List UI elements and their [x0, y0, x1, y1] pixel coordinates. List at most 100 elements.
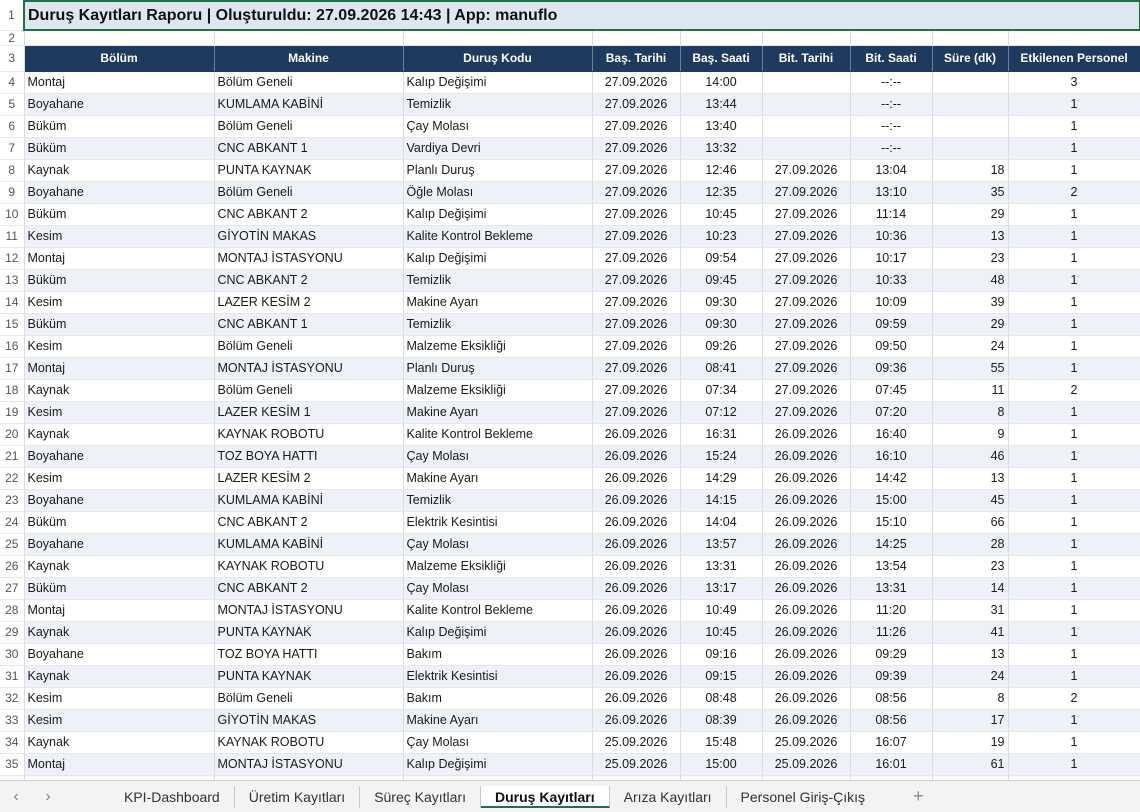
cell[interactable] — [24, 30, 215, 46]
cell-affected-staff[interactable]: 2 — [1008, 379, 1140, 402]
cell-machine[interactable]: GİYOTİN MAKAS — [214, 225, 404, 248]
cell-start-time[interactable]: 15:24 — [680, 445, 763, 468]
cell-machine[interactable]: KAYNAK ROBOTU — [214, 555, 404, 578]
cell-end-date[interactable]: 27.09.2026 — [762, 203, 851, 226]
cell-machine[interactable]: MONTAJ İSTASYONU — [214, 247, 404, 270]
cell-downtime-code[interactable]: Makine Ayarı — [403, 401, 593, 424]
cell-end-time[interactable]: 07:20 — [850, 401, 933, 424]
cell-affected-staff[interactable]: 1 — [1008, 335, 1140, 358]
cell-start-date[interactable]: 26.09.2026 — [592, 621, 681, 644]
cell-end-date[interactable]: 27.09.2026 — [762, 159, 851, 182]
add-sheet-icon[interactable]: + — [913, 786, 924, 807]
row-number[interactable]: 26 — [0, 555, 25, 578]
cell-duration[interactable] — [932, 137, 1009, 160]
cell-end-date[interactable]: 26.09.2026 — [762, 577, 851, 600]
cell-downtime-code[interactable]: Malzeme Eksikliği — [403, 335, 593, 358]
column-header-duration[interactable]: Süre (dk) — [932, 45, 1009, 72]
cell-end-time[interactable]: 07:45 — [850, 379, 933, 402]
sheet-tab[interactable]: Arıza Kayıtları — [610, 785, 727, 808]
row-number[interactable]: 14 — [0, 291, 25, 314]
cell-duration[interactable]: 55 — [932, 357, 1009, 380]
row-number[interactable]: 29 — [0, 621, 25, 644]
cell-machine[interactable]: CNC ABKANT 2 — [214, 203, 404, 226]
cell-machine[interactable]: MONTAJ İSTASYONU — [214, 357, 404, 380]
column-header-start-time[interactable]: Baş. Saati — [680, 45, 763, 72]
cell-duration[interactable]: 23 — [932, 247, 1009, 270]
cell-end-time[interactable]: 08:56 — [850, 687, 933, 710]
cell-end-date[interactable]: 26.09.2026 — [762, 423, 851, 446]
cell-start-date[interactable]: 27.09.2026 — [592, 225, 681, 248]
cell-downtime-code[interactable]: Kalite Kontrol Bekleme — [403, 599, 593, 622]
row-number[interactable]: 20 — [0, 423, 25, 446]
cell-downtime-code[interactable]: Elektrik Kesintisi — [403, 511, 593, 534]
cell-end-date[interactable]: 27.09.2026 — [762, 225, 851, 248]
row-number[interactable]: 21 — [0, 445, 25, 468]
cell-duration[interactable] — [932, 115, 1009, 138]
cell-start-date[interactable]: 27.09.2026 — [592, 357, 681, 380]
cell-downtime-code[interactable]: Planlı Duruş — [403, 159, 593, 182]
cell-duration[interactable]: 29 — [932, 313, 1009, 336]
cell-duration[interactable] — [932, 71, 1009, 94]
cell-start-date[interactable]: 27.09.2026 — [592, 181, 681, 204]
cell-end-time[interactable]: 15:00 — [850, 489, 933, 512]
cell-start-time[interactable]: 09:26 — [680, 335, 763, 358]
cell-end-time[interactable]: --:-- — [850, 115, 933, 138]
cell-end-time[interactable]: 09:29 — [850, 643, 933, 666]
cell-department[interactable]: Kesim — [24, 687, 215, 710]
row-number[interactable]: 1 — [0, 1, 25, 31]
cell-end-time[interactable]: 13:10 — [850, 181, 933, 204]
cell-start-date[interactable]: 26.09.2026 — [592, 445, 681, 468]
row-number[interactable]: 8 — [0, 159, 25, 182]
cell-machine[interactable]: PUNTA KAYNAK — [214, 159, 404, 182]
cell-affected-staff[interactable]: 1 — [1008, 731, 1140, 754]
cell-start-date[interactable]: 27.09.2026 — [592, 159, 681, 182]
cell-machine[interactable]: CNC ABKANT 2 — [214, 269, 404, 292]
cell-department[interactable]: Kaynak — [24, 731, 215, 754]
row-number[interactable]: 23 — [0, 489, 25, 512]
row-number[interactable]: 4 — [0, 71, 25, 94]
cell-start-date[interactable]: 26.09.2026 — [592, 577, 681, 600]
row-number[interactable]: 30 — [0, 643, 25, 666]
cell-duration[interactable]: 24 — [932, 335, 1009, 358]
cell-start-date[interactable]: 27.09.2026 — [592, 401, 681, 424]
cell-department[interactable]: Montaj — [24, 71, 215, 94]
cell-duration[interactable]: 28 — [932, 533, 1009, 556]
cell-downtime-code[interactable]: Temizlik — [403, 269, 593, 292]
cell-affected-staff[interactable]: 1 — [1008, 709, 1140, 732]
cell-machine[interactable]: LAZER KESİM 2 — [214, 291, 404, 314]
cell-end-time[interactable]: 16:40 — [850, 423, 933, 446]
cell-start-date[interactable]: 26.09.2026 — [592, 709, 681, 732]
cell-end-date[interactable]: 27.09.2026 — [762, 313, 851, 336]
cell-downtime-code[interactable]: Malzeme Eksikliği — [403, 379, 593, 402]
cell-duration[interactable]: 17 — [932, 709, 1009, 732]
cell-department[interactable]: Kaynak — [24, 621, 215, 644]
cell-downtime-code[interactable]: Çay Molası — [403, 533, 593, 556]
column-header-machine[interactable]: Makine — [214, 45, 404, 72]
row-number[interactable]: 5 — [0, 93, 25, 116]
cell-department[interactable]: Büküm — [24, 115, 215, 138]
cell-duration[interactable]: 66 — [932, 511, 1009, 534]
cell-end-date[interactable]: 26.09.2026 — [762, 621, 851, 644]
cell[interactable] — [850, 30, 933, 46]
cell-downtime-code[interactable]: Planlı Duruş — [403, 357, 593, 380]
cell-department[interactable]: Kesim — [24, 335, 215, 358]
cell-affected-staff[interactable]: 1 — [1008, 357, 1140, 380]
sheet-tab[interactable]: Personel Giriş-Çıkış — [727, 786, 879, 808]
cell-machine[interactable]: Bölüm Geneli — [214, 687, 404, 710]
cell-end-date[interactable]: 26.09.2026 — [762, 709, 851, 732]
row-number[interactable]: 13 — [0, 269, 25, 292]
cell-downtime-code[interactable]: Makine Ayarı — [403, 291, 593, 314]
cell-downtime-code[interactable]: Makine Ayarı — [403, 709, 593, 732]
cell-start-time[interactable]: 10:23 — [680, 225, 763, 248]
cell-start-date[interactable]: 26.09.2026 — [592, 423, 681, 446]
cell-start-time[interactable]: 09:54 — [680, 247, 763, 270]
cell[interactable] — [680, 30, 763, 46]
cell-downtime-code[interactable]: Kalıp Değişimi — [403, 247, 593, 270]
cell-start-time[interactable]: 10:45 — [680, 621, 763, 644]
row-number[interactable]: 3 — [0, 45, 25, 72]
cell-machine[interactable]: LAZER KESİM 1 — [214, 401, 404, 424]
cell-end-date[interactable]: 26.09.2026 — [762, 555, 851, 578]
cell-end-date[interactable]: 27.09.2026 — [762, 357, 851, 380]
cell-end-time[interactable]: 09:39 — [850, 665, 933, 688]
cell-start-date[interactable]: 27.09.2026 — [592, 93, 681, 116]
